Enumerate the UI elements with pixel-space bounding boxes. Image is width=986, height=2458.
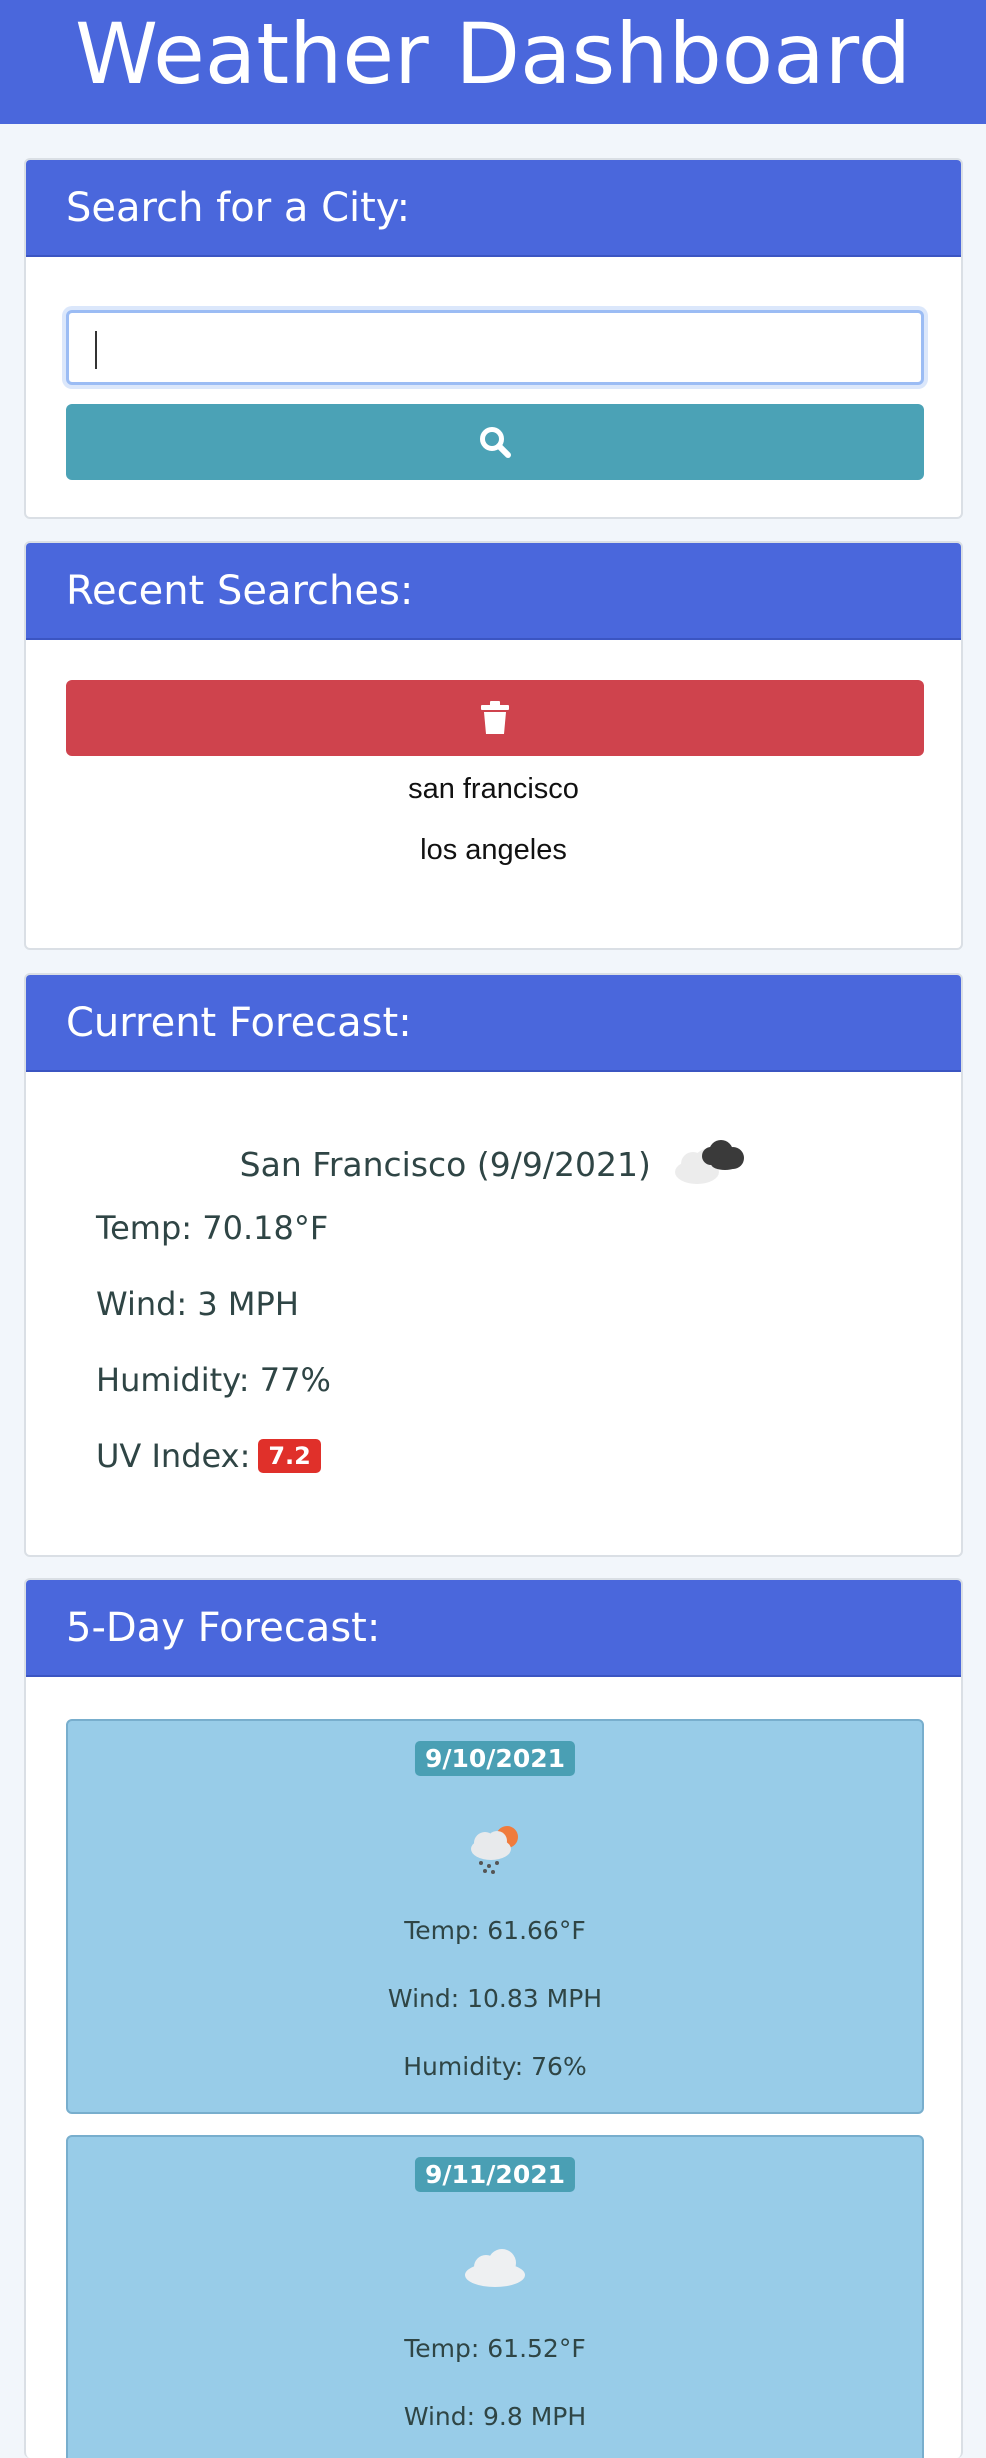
forecast-temp: Temp: 61.52°F (404, 2334, 586, 2363)
current-wind: Wind: 3 MPH (96, 1285, 299, 1323)
recent-searches-header: Recent Searches: (26, 543, 961, 640)
current-forecast-body: San Francisco (9/9/2021) Temp: 70.18°F W… (26, 1072, 961, 1555)
partly-cloudy-night-icon (675, 1140, 745, 1184)
trash-icon (481, 701, 509, 734)
five-day-forecast-card: 5-Day Forecast: 9/10/2021 Temp: 61.66°F … (24, 1578, 963, 2458)
forecast-date-badge: 9/10/2021 (414, 1741, 576, 1776)
forecast-wind: Wind: 10.83 MPH (387, 1984, 603, 2013)
forecast-humidity: Humidity: 76% (403, 2052, 587, 2081)
forecast-temp: Temp: 61.66°F (404, 1916, 586, 1945)
current-uv-index: UV Index: 7.2 (96, 1437, 321, 1475)
current-humidity: Humidity: 77% (96, 1361, 331, 1399)
search-button[interactable] (66, 404, 924, 480)
recent-searches-card: Recent Searches: san francisco los angel… (24, 541, 963, 950)
forecast-day-card: 9/11/2021 Temp: 61.52°F Wind: 9.8 MPH (66, 2135, 924, 2458)
uv-badge: 7.2 (258, 1439, 321, 1473)
forecast-wind: Wind: 9.8 MPH (403, 2402, 587, 2431)
current-temp: Temp: 70.18°F (96, 1209, 329, 1247)
five-day-forecast-header: 5-Day Forecast: (26, 1580, 961, 1677)
recent-search-item[interactable]: los angeles (26, 834, 961, 867)
forecast-date-badge: 9/11/2021 (414, 2157, 576, 2192)
current-forecast-header: Current Forecast: (26, 975, 961, 1072)
city-date-text: San Francisco (9/9/2021) (239, 1145, 651, 1184)
search-card: Search for a City: (24, 158, 963, 519)
uv-label: UV Index: (96, 1437, 251, 1475)
app-header: Weather Dashboard (0, 0, 986, 124)
current-city-date: San Francisco (9/9/2021) (26, 1134, 961, 1186)
recent-search-item[interactable]: san francisco (26, 773, 961, 806)
search-icon (480, 427, 511, 458)
forecast-day-card: 9/10/2021 Temp: 61.66°F Wind: 10.83 MPH … (66, 1719, 924, 2114)
cloud-icon (465, 2249, 525, 2287)
clear-history-button[interactable] (66, 680, 924, 756)
search-card-header: Search for a City: (26, 160, 961, 257)
page-title: Weather Dashboard (74, 5, 912, 103)
text-caret (95, 331, 97, 369)
current-forecast-card: Current Forecast: San Francisco (9/9/202… (24, 973, 963, 1557)
recent-searches-body: san francisco los angeles (26, 640, 961, 948)
city-search-input[interactable] (66, 310, 924, 385)
rain-sun-icon (471, 1826, 518, 1874)
